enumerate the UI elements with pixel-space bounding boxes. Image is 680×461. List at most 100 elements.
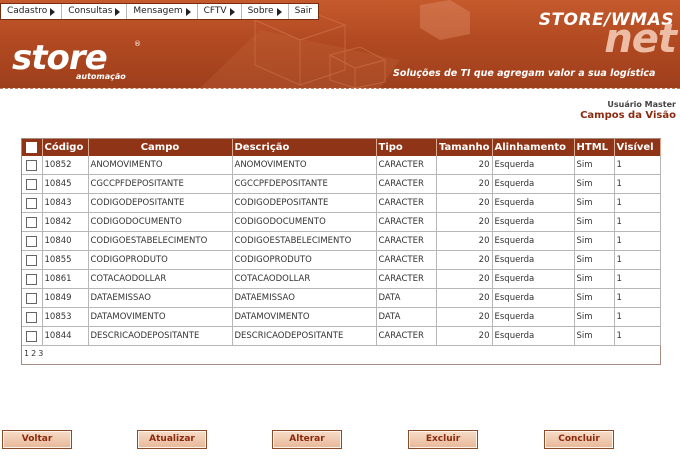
voltar-button[interactable]: Voltar bbox=[2, 430, 72, 449]
cell-tipo: DATA bbox=[376, 307, 437, 327]
table-row[interactable]: 10845 CGCCPFDEPOSITANTE CGCCPFDEPOSITANTE C… bbox=[22, 174, 661, 194]
row-checkbox[interactable] bbox=[26, 292, 38, 304]
cell-html: Sim bbox=[574, 269, 615, 289]
cell-tipo: DATA bbox=[376, 288, 437, 308]
alterar-button[interactable]: Alterar bbox=[272, 430, 342, 449]
cell-descricao: CODIGODOCUMENTO bbox=[232, 212, 377, 232]
cell-visivel: 1 bbox=[614, 288, 661, 308]
cell-tamanho: 20 bbox=[436, 174, 493, 194]
cell-alinhamento: Esquerda bbox=[492, 288, 575, 308]
cell-tipo: CARACTER bbox=[376, 250, 437, 270]
cell-tamanho: 20 bbox=[436, 307, 493, 327]
cell-tamanho: 20 bbox=[436, 288, 493, 308]
cell-html: Sim bbox=[574, 288, 615, 308]
row-checkbox[interactable] bbox=[26, 197, 38, 209]
page-link-3[interactable]: 3 bbox=[38, 349, 43, 358]
cell-descricao: CODIGOESTABELECIMENTO bbox=[232, 231, 377, 251]
page-link-2[interactable]: 2 bbox=[31, 349, 36, 358]
menu-consultas[interactable]: Consultas bbox=[62, 4, 128, 19]
concluir-button[interactable]: Concluir bbox=[544, 430, 614, 449]
cell-alinhamento: Esquerda bbox=[492, 212, 575, 232]
table-row[interactable]: 10852 ANOMOVIMENTO ANOMOVIMENTO CARACTER 20 E… bbox=[22, 156, 661, 175]
brand-net-logo: net bbox=[604, 16, 677, 62]
cell-codigo: 10843 bbox=[42, 193, 89, 213]
row-checkbox[interactable] bbox=[26, 235, 38, 247]
cell-html: Sim bbox=[574, 231, 615, 251]
brand-tagline: Soluções de TI que agregam valor a sua l… bbox=[393, 68, 656, 79]
cell-tamanho: 20 bbox=[436, 326, 493, 346]
cell-tipo: CARACTER bbox=[376, 193, 437, 213]
table-row[interactable]: 10843 CODIGODEPOSITANTE CODIGODEPOSITANTE C… bbox=[22, 193, 661, 213]
excluir-button[interactable]: Excluir bbox=[408, 430, 478, 449]
table-row[interactable]: 10853 DATAMOVIMENTO DATAMOVIMENTO DATA 20 Esq… bbox=[22, 307, 661, 327]
row-checkbox[interactable] bbox=[26, 273, 38, 285]
column-header-codigo[interactable]: Código bbox=[42, 139, 89, 156]
menu-mensagem[interactable]: Mensagem bbox=[127, 4, 198, 19]
cell-descricao: DATAEMISSAO bbox=[232, 288, 377, 308]
row-select-cell bbox=[22, 193, 43, 213]
menu-cftv[interactable]: CFTV bbox=[198, 4, 242, 19]
cell-codigo: 10845 bbox=[42, 174, 89, 194]
cell-campo: ANOMOVIMENTO bbox=[88, 156, 233, 175]
cell-visivel: 1 bbox=[614, 269, 661, 289]
cell-tamanho: 20 bbox=[436, 269, 493, 289]
cell-alinhamento: Esquerda bbox=[492, 326, 575, 346]
cell-campo: CGCCPFDEPOSITANTE bbox=[88, 174, 233, 194]
row-select-cell bbox=[22, 156, 43, 175]
select-all-checkbox[interactable] bbox=[26, 141, 38, 153]
cell-campo: CODIGODOCUMENTO bbox=[88, 212, 233, 232]
column-header-descricao[interactable]: Descrição bbox=[232, 139, 377, 156]
table-row[interactable]: 10840 CODIGOESTABELECIMENTO CODIGOESTABELE… bbox=[22, 231, 661, 251]
cell-tipo: CARACTER bbox=[376, 212, 437, 232]
row-checkbox[interactable] bbox=[26, 330, 38, 342]
cell-codigo: 10842 bbox=[42, 212, 89, 232]
row-select-cell bbox=[22, 288, 43, 308]
cell-tamanho: 20 bbox=[436, 250, 493, 270]
table-row[interactable]: 10844 DESCRICAODEPOSITANTE DESCRICAODEPOSI… bbox=[22, 326, 661, 346]
menu-arrow-icon bbox=[229, 7, 235, 16]
cell-visivel: 1 bbox=[614, 193, 661, 213]
table-row[interactable]: 10861 COTACAODOLLAR COTACAODOLLAR CARACTER 2… bbox=[22, 269, 661, 289]
table-row[interactable]: 10849 DATAEMISSAO DATAEMISSAO DATA 20 Esquerd… bbox=[22, 288, 661, 308]
column-header-campo[interactable]: Campo bbox=[88, 139, 233, 156]
row-checkbox[interactable] bbox=[26, 254, 38, 266]
menu-arrow-icon bbox=[50, 7, 56, 16]
cell-campo: DATAEMISSAO bbox=[88, 288, 233, 308]
column-header-alinhamento[interactable]: Alinhamento bbox=[492, 139, 575, 156]
row-checkbox[interactable] bbox=[26, 178, 38, 190]
row-select-cell bbox=[22, 269, 43, 289]
cell-codigo: 10844 bbox=[42, 326, 89, 346]
cell-codigo: 10855 bbox=[42, 250, 89, 270]
cell-visivel: 1 bbox=[614, 231, 661, 251]
table-header-row: Código Campo Descrição Tipo Tamanho Alin… bbox=[22, 139, 661, 156]
cell-html: Sim bbox=[574, 156, 615, 175]
cell-descricao: ANOMOVIMENTO bbox=[232, 156, 377, 175]
main-menu: Cadastro Consultas Mensagem CFTV Sobre S… bbox=[0, 3, 320, 20]
cell-html: Sim bbox=[574, 174, 615, 194]
menu-sair[interactable]: Sair bbox=[289, 4, 318, 19]
column-header-tamanho[interactable]: Tamanho bbox=[436, 139, 493, 156]
column-header-visivel[interactable]: Visível bbox=[614, 139, 661, 156]
row-select-cell bbox=[22, 174, 43, 194]
cell-alinhamento: Esquerda bbox=[492, 156, 575, 175]
column-header-tipo[interactable]: Tipo bbox=[376, 139, 437, 156]
menu-sobre[interactable]: Sobre bbox=[242, 4, 289, 19]
table-row[interactable]: 10842 CODIGODOCUMENTO CODIGODOCUMENTO CARAC… bbox=[22, 212, 661, 232]
row-checkbox[interactable] bbox=[26, 311, 38, 323]
row-select-cell bbox=[22, 231, 43, 251]
row-checkbox[interactable] bbox=[26, 216, 38, 228]
row-checkbox[interactable] bbox=[26, 159, 38, 171]
menu-arrow-icon bbox=[276, 7, 282, 16]
fields-table: Código Campo Descrição Tipo Tamanho Alin… bbox=[22, 139, 661, 346]
table-row[interactable]: 10855 CODIGOPRODUTO CODIGOPRODUTO CARACTER 2… bbox=[22, 250, 661, 270]
menu-cadastro[interactable]: Cadastro bbox=[1, 4, 63, 19]
cell-html: Sim bbox=[574, 193, 615, 213]
cell-alinhamento: Esquerda bbox=[492, 231, 575, 251]
pagination: 123 bbox=[22, 346, 660, 364]
cell-campo: DATAMOVIMENTO bbox=[88, 307, 233, 327]
page-link-1[interactable]: 1 bbox=[24, 349, 29, 358]
cell-descricao: CODIGOPRODUTO bbox=[232, 250, 377, 270]
cell-descricao: CODIGODEPOSITANTE bbox=[232, 193, 377, 213]
atualizar-button[interactable]: Atualizar bbox=[137, 430, 207, 449]
column-header-html[interactable]: HTML bbox=[574, 139, 615, 156]
